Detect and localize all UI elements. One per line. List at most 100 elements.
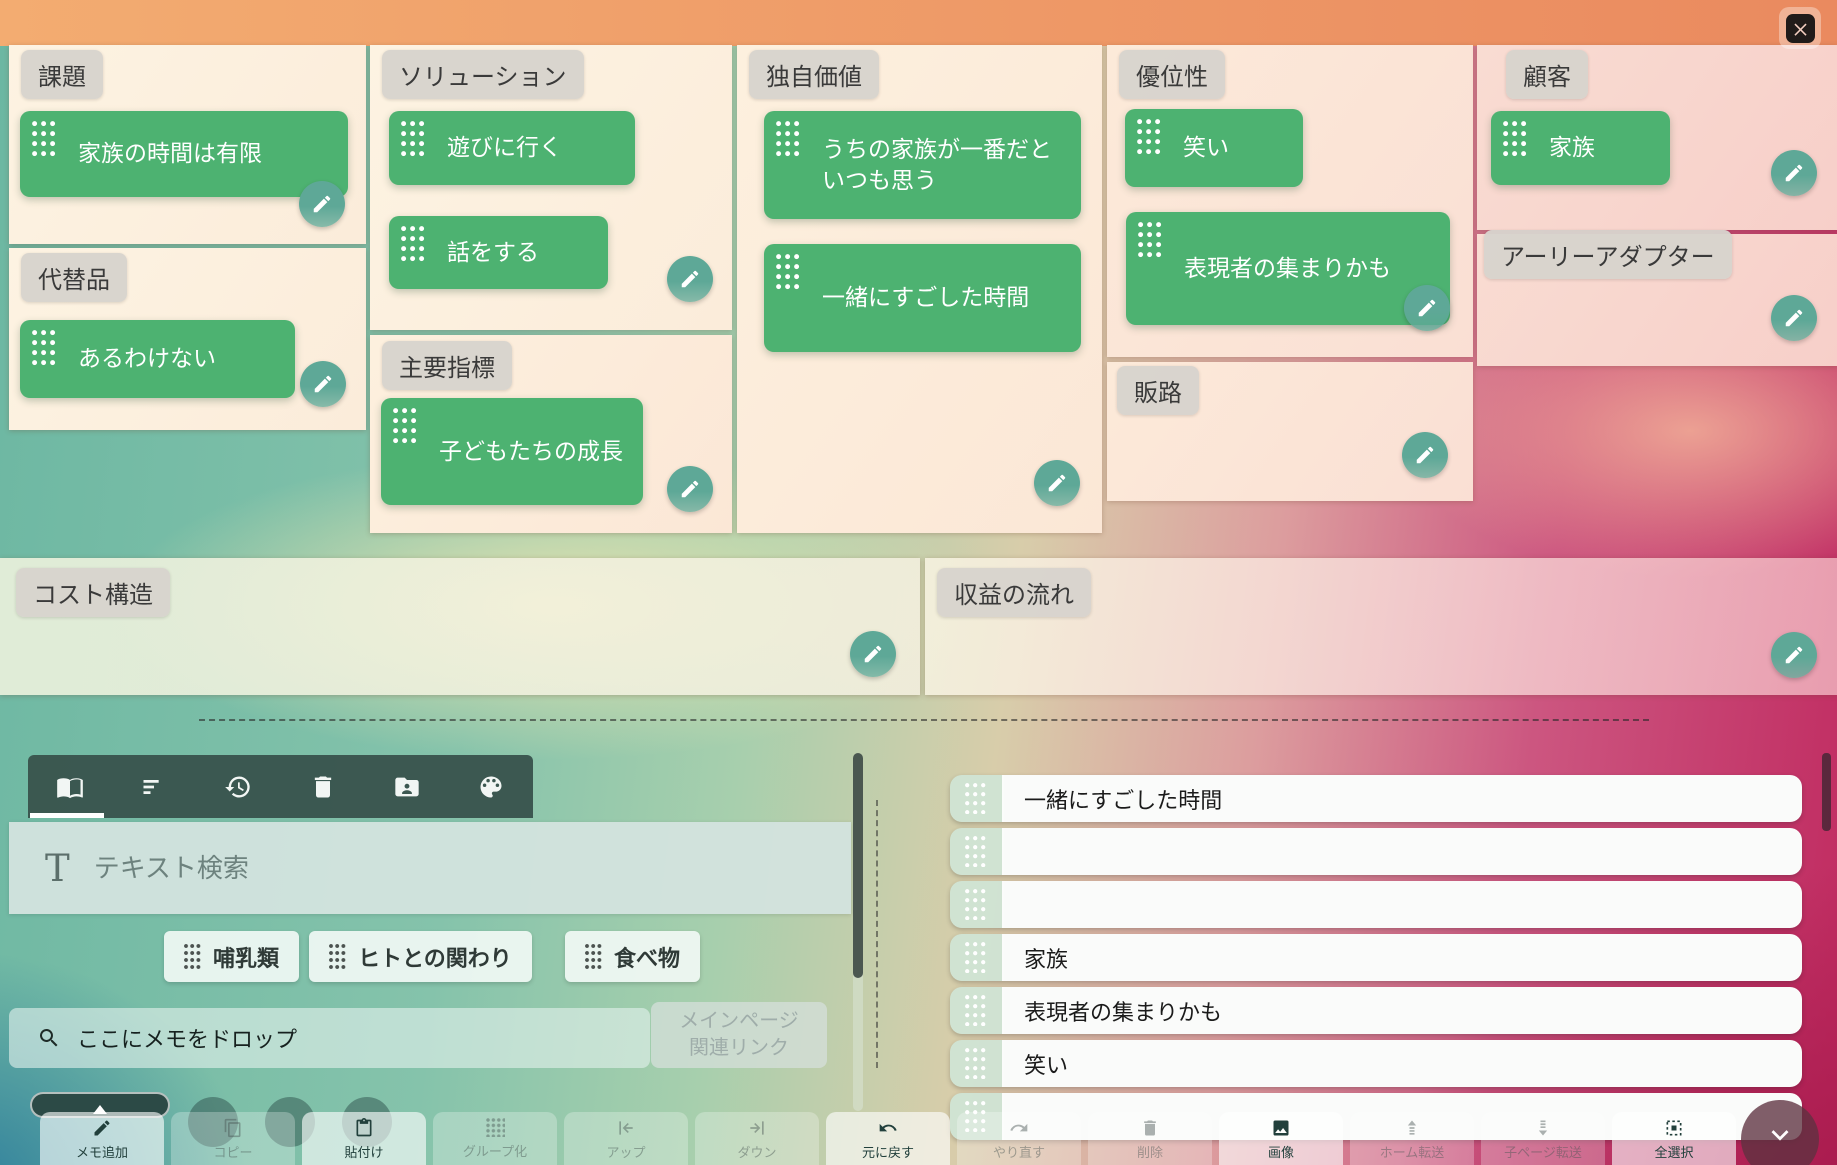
- edit-section-alternatives-button[interactable]: [300, 361, 346, 407]
- toolbar-button-label: 貼付け: [344, 1142, 383, 1161]
- note[interactable]: 子どもたちの成長: [381, 398, 643, 505]
- edit-section-revenue-button[interactable]: [1771, 632, 1817, 678]
- edit-section-key-metrics-button[interactable]: [667, 466, 713, 512]
- toolbar-select-all-button[interactable]: 全選択: [1612, 1112, 1736, 1165]
- memo-drop-zone[interactable]: ここにメモをドロップ: [9, 1008, 650, 1068]
- list-item[interactable]: 一緒にすごした時間: [950, 775, 1802, 822]
- toolbar-subpage-transfer-button[interactable]: 子ページ転送: [1481, 1112, 1605, 1165]
- note-text: 家族の時間は有限: [78, 138, 262, 169]
- toolbar-undo-button[interactable]: 元に戻す: [826, 1112, 950, 1165]
- section-label-revenue: 収益の流れ: [937, 568, 1091, 617]
- palette-icon[interactable]: [477, 773, 505, 801]
- section-label-channels: 販路: [1117, 366, 1199, 415]
- note[interactable]: 家族の時間は有限: [20, 111, 348, 197]
- close-button[interactable]: [1786, 14, 1815, 43]
- list-item[interactable]: [950, 828, 1802, 875]
- toolbar-up-button[interactable]: アップ: [564, 1112, 688, 1165]
- toolbar-button-label: アップ: [606, 1142, 645, 1161]
- pencil-icon: [1783, 644, 1805, 666]
- drag-handle[interactable]: [950, 828, 1004, 875]
- drag-handle-icon: [965, 942, 987, 973]
- chevron-down-icon: [1763, 1118, 1797, 1152]
- drag-handle[interactable]: [950, 934, 1004, 981]
- drag-handle-icon[interactable]: [32, 330, 58, 367]
- list-item[interactable]: 笑い: [950, 1040, 1802, 1087]
- note[interactable]: 笑い: [1125, 109, 1303, 187]
- drag-handle-icon[interactable]: [184, 944, 202, 969]
- list-item-text: 笑い: [1004, 1040, 1802, 1087]
- close-button-halo: [1779, 7, 1821, 49]
- edit-section-unique-value-button[interactable]: [1034, 460, 1080, 506]
- book-open-icon[interactable]: [56, 773, 84, 801]
- toolbar-copy-button[interactable]: コピー: [171, 1112, 295, 1165]
- drag-handle-icon: [965, 836, 987, 867]
- tag-chip[interactable]: 哺乳類: [164, 931, 299, 982]
- tag-label: 食べ物: [614, 941, 680, 973]
- toolbar-delete-button[interactable]: 削除: [1088, 1112, 1212, 1165]
- copy-icon: [223, 1118, 243, 1138]
- note[interactable]: うちの家族が一番だといつも思う: [764, 111, 1081, 219]
- edit-section-early-adopters-button[interactable]: [1771, 295, 1817, 341]
- edit-section-customers-button[interactable]: [1771, 150, 1817, 196]
- list-item[interactable]: 家族: [950, 934, 1802, 981]
- transfer-down-icon: [1533, 1118, 1553, 1138]
- note[interactable]: 家族: [1491, 111, 1670, 185]
- note-list-scrollbar-thumb[interactable]: [1822, 753, 1831, 831]
- edit-section-advantage-button[interactable]: [1404, 285, 1450, 331]
- toolbar-add-memo-button[interactable]: メモ追加: [40, 1112, 164, 1165]
- history-icon[interactable]: [224, 773, 252, 801]
- toolbar-paste-button[interactable]: 貼付け: [302, 1112, 426, 1165]
- drag-handle[interactable]: [950, 881, 1004, 928]
- text-search-input[interactable]: [92, 852, 851, 885]
- drag-handle-icon[interactable]: [401, 121, 427, 158]
- drag-handle-icon: [965, 783, 987, 814]
- toolbar-image-button[interactable]: 画像: [1219, 1112, 1343, 1165]
- drag-handle[interactable]: [950, 987, 1004, 1034]
- toolbar-button-label: メモ追加: [76, 1142, 128, 1161]
- drag-handle-icon[interactable]: [1138, 222, 1164, 259]
- main-page-link-button[interactable]: メインページ 関連リンク: [651, 1002, 827, 1068]
- tag-label: 哺乳類: [213, 941, 279, 973]
- list-item[interactable]: [950, 881, 1802, 928]
- list-item[interactable]: 表現者の集まりかも: [950, 987, 1802, 1034]
- list-item-text: [1004, 828, 1802, 875]
- note-text: 家族: [1549, 132, 1595, 163]
- image-icon: [1271, 1118, 1291, 1138]
- toolbar-redo-button[interactable]: やり直す: [957, 1112, 1081, 1165]
- sort-lines-icon[interactable]: [140, 773, 168, 801]
- drag-handle-icon[interactable]: [401, 226, 427, 263]
- edit-section-solution-button[interactable]: [667, 256, 713, 302]
- tag-chip[interactable]: ヒトとの関わり: [309, 931, 532, 982]
- drag-handle-icon[interactable]: [32, 121, 58, 158]
- note[interactable]: あるわけない: [20, 320, 295, 398]
- toolbar-group-button[interactable]: グループ化: [433, 1112, 557, 1165]
- drag-handle-icon[interactable]: [776, 121, 802, 158]
- edit-section-cost-structure-button[interactable]: [850, 631, 896, 677]
- drag-handle-icon[interactable]: [393, 408, 419, 445]
- left-panel-scrollbar-thumb[interactable]: [853, 753, 863, 978]
- drag-handle-icon[interactable]: [776, 254, 802, 291]
- note[interactable]: 表現者の集まりかも: [1126, 212, 1450, 325]
- undo-icon: [878, 1118, 898, 1138]
- select-all-icon: [1664, 1118, 1684, 1138]
- toolbar-down-button[interactable]: ダウン: [695, 1112, 819, 1165]
- drag-handle[interactable]: [950, 775, 1004, 822]
- drag-handle-icon[interactable]: [1503, 121, 1529, 158]
- drag-handle-icon[interactable]: [1137, 119, 1163, 156]
- toolbar-home-transfer-button[interactable]: ホーム転送: [1350, 1112, 1474, 1165]
- edit-section-problem-button[interactable]: [299, 181, 345, 227]
- drag-handle-icon[interactable]: [585, 944, 603, 969]
- pencil-icon: [311, 193, 333, 215]
- drag-handle[interactable]: [950, 1040, 1004, 1087]
- note[interactable]: 一緒にすごした時間: [764, 244, 1081, 352]
- drag-handle-icon[interactable]: [329, 944, 347, 969]
- edit-section-channels-button[interactable]: [1402, 432, 1448, 478]
- tag-chip[interactable]: 食べ物: [565, 931, 700, 982]
- folder-person-icon[interactable]: [393, 773, 421, 801]
- trash-icon[interactable]: [309, 773, 337, 801]
- panel-tab-bar: [28, 755, 533, 818]
- drag-handle-icon: [965, 995, 987, 1026]
- note[interactable]: 話をする: [389, 216, 608, 289]
- drop-zone-label: ここにメモをドロップ: [77, 1022, 297, 1054]
- note[interactable]: 遊びに行く: [389, 111, 635, 185]
